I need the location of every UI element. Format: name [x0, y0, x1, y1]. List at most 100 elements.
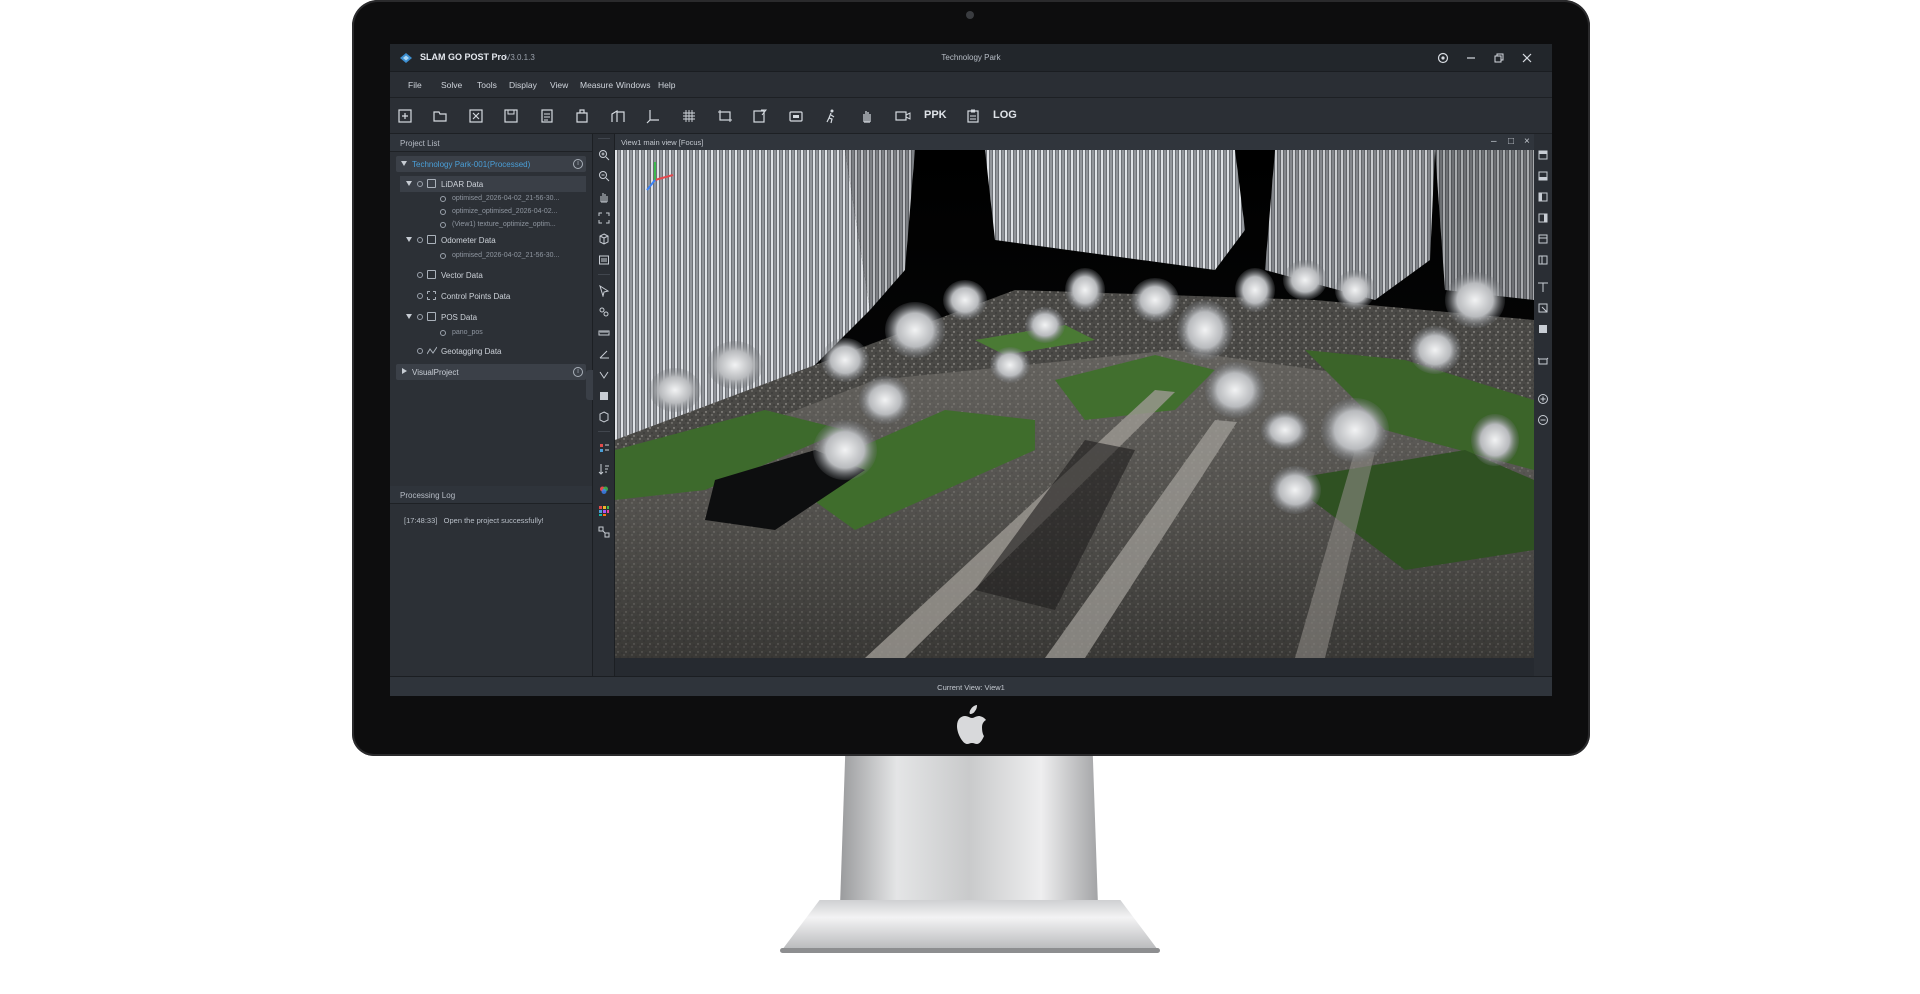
building-icon	[611, 109, 625, 122]
box-view-button[interactable]	[1537, 322, 1549, 334]
new-project-button[interactable]	[395, 106, 415, 126]
cube-view-button[interactable]	[598, 232, 610, 245]
view-minimize-button[interactable]: –	[1491, 136, 1497, 147]
video-button[interactable]	[893, 106, 913, 126]
tree-item-lidar[interactable]: LiDAR Data	[400, 176, 586, 192]
zoom-out-button[interactable]	[598, 169, 610, 182]
info-icon[interactable]: i	[573, 159, 583, 169]
front-view-button[interactable]	[1537, 190, 1549, 202]
menu-tools[interactable]: Tools	[477, 80, 497, 90]
monitor-stand-neck	[840, 756, 1098, 906]
fit-view-button[interactable]	[598, 211, 610, 224]
building-button[interactable]	[608, 106, 628, 126]
select-button[interactable]	[598, 284, 610, 298]
visibility-eye-icon[interactable]	[417, 272, 423, 278]
tree-item-pos-child[interactable]: pano_pos	[390, 325, 593, 341]
rgb-color-button[interactable]	[598, 483, 610, 495]
tree-item-geotagging[interactable]: Geotagging Data	[400, 343, 603, 359]
expand-arrow-icon[interactable]	[402, 368, 407, 374]
height-button[interactable]	[598, 368, 610, 380]
log-button[interactable]: LOG	[993, 109, 1017, 121]
visibility-eye-icon[interactable]	[440, 222, 446, 228]
hand-button[interactable]	[857, 106, 877, 126]
back-view-button[interactable]	[1537, 211, 1549, 223]
crop-button[interactable]	[715, 106, 735, 126]
visibility-eye-icon[interactable]	[417, 348, 423, 354]
pan-button[interactable]	[598, 190, 610, 203]
top-view-icon	[1538, 150, 1548, 160]
distance-button[interactable]	[598, 326, 610, 338]
volume-button[interactable]	[598, 410, 610, 423]
classification-button[interactable]	[598, 504, 610, 516]
close-project-button[interactable]	[466, 106, 486, 126]
panel-collapse-handle[interactable]	[586, 370, 593, 400]
visibility-eye-icon[interactable]	[440, 330, 446, 336]
expand-arrow-icon[interactable]	[406, 237, 412, 242]
angle-button[interactable]	[598, 347, 610, 359]
tree-item-vector[interactable]: Vector Data	[400, 267, 603, 283]
tree-item-control-points[interactable]: Control Points Data	[400, 288, 603, 304]
area-button[interactable]	[598, 389, 610, 401]
point-cloud-canvas[interactable]	[615, 150, 1534, 658]
menu-windows[interactable]: Windows	[616, 80, 650, 90]
section-button[interactable]	[1537, 280, 1549, 292]
expand-arrow-icon[interactable]	[406, 314, 412, 319]
close-button[interactable]	[1518, 49, 1536, 67]
menu-display[interactable]: Display	[509, 80, 537, 90]
open-project-button[interactable]	[430, 106, 450, 126]
toolbar: PPK LOG	[390, 98, 1552, 134]
left-view-button[interactable]	[1537, 232, 1549, 244]
top-view-button[interactable]	[1537, 148, 1549, 160]
right-view-button[interactable]	[1537, 253, 1549, 265]
device-button[interactable]	[786, 106, 806, 126]
visibility-eye-icon[interactable]	[440, 196, 446, 202]
restore-button[interactable]	[1490, 49, 1508, 67]
tree-item-odometer-child[interactable]: optimised_2026-04-02_21-56-30...	[390, 248, 593, 264]
view-close-button[interactable]: ×	[1524, 136, 1530, 147]
walk-button[interactable]	[821, 106, 841, 126]
menu-measure[interactable]: Measure	[580, 80, 613, 90]
bottom-view-button[interactable]	[1537, 169, 1549, 181]
ppk-button[interactable]: PPK	[924, 109, 947, 121]
frame-button[interactable]	[1537, 354, 1549, 366]
visibility-eye-icon[interactable]	[417, 293, 423, 299]
menu-view[interactable]: View	[550, 80, 568, 90]
tree-item-lidar-child[interactable]: (View1) texture_optimize_optim...	[390, 217, 593, 233]
zoom-in-button[interactable]	[598, 148, 610, 161]
point-measure-button[interactable]	[598, 305, 610, 317]
export-button[interactable]	[572, 106, 592, 126]
menu-solve[interactable]: Solve	[441, 80, 462, 90]
tree-item-odometer[interactable]: Odometer Data	[400, 232, 603, 248]
menu-file[interactable]: File	[408, 80, 422, 90]
clip-box-button[interactable]	[1537, 301, 1549, 313]
expand-arrow-icon[interactable]	[401, 161, 407, 166]
filter-button[interactable]	[598, 525, 610, 538]
sort-button[interactable]	[598, 462, 610, 475]
visibility-eye-icon[interactable]	[417, 314, 423, 320]
minimize-button[interactable]	[1462, 49, 1480, 67]
visibility-eye-icon[interactable]	[417, 237, 423, 243]
clipboard-button[interactable]	[963, 106, 983, 126]
bottom-view-icon	[1538, 171, 1548, 181]
zoom-plus-button[interactable]	[1537, 392, 1549, 404]
info-icon[interactable]: i	[573, 367, 583, 377]
axis-button[interactable]	[643, 106, 663, 126]
zoom-minus-button[interactable]	[1537, 413, 1549, 425]
menu-help[interactable]: Help	[658, 80, 675, 90]
import-button[interactable]	[537, 106, 557, 126]
main-3d-view[interactable]: View1 main view [Focus] – □ ×	[615, 134, 1534, 676]
visibility-eye-icon[interactable]	[440, 253, 446, 259]
visibility-eye-icon[interactable]	[417, 181, 423, 187]
view-maximize-button[interactable]: □	[1508, 136, 1514, 147]
tree-item-pos[interactable]: POS Data	[400, 309, 603, 325]
project-item[interactable]: Technology Park-001(Processed) i	[396, 156, 586, 172]
grid-button[interactable]	[679, 106, 699, 126]
color-by-height-button[interactable]	[598, 441, 610, 453]
report-button[interactable]	[750, 106, 770, 126]
visibility-eye-icon[interactable]	[440, 209, 446, 215]
layer-button[interactable]	[598, 253, 610, 265]
expand-arrow-icon[interactable]	[406, 181, 412, 186]
visual-project-item[interactable]: VisualProject i	[396, 364, 586, 380]
settings-button[interactable]	[1434, 49, 1452, 67]
save-button[interactable]	[501, 106, 521, 126]
